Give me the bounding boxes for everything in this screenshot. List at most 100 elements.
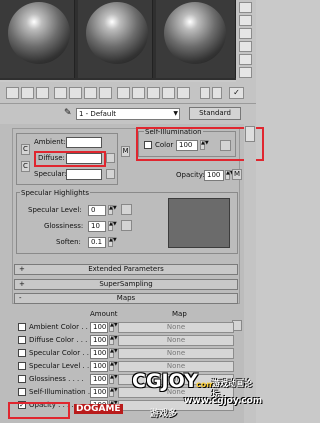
specular-map-button[interactable] (106, 169, 115, 179)
map-amount-spinner[interactable]: ▲▼ (109, 348, 118, 358)
sample-slot-1[interactable] (0, 0, 75, 78)
material-name-value: 1 - Default (79, 110, 117, 118)
map-amount-spinner[interactable]: ▲▼ (109, 322, 118, 332)
glossiness-label: Glossiness: (44, 222, 84, 230)
lock-specular-button[interactable]: C (21, 161, 30, 172)
get-material-icon[interactable] (6, 87, 19, 99)
opacity-input[interactable]: 100 (204, 170, 224, 181)
checkmark-icon[interactable]: ✓ (229, 87, 244, 99)
opacity-spinner[interactable]: ▲▼ (225, 170, 234, 180)
watermark-bottom: DOGAME (74, 404, 123, 414)
make-copy-icon[interactable] (69, 87, 82, 99)
map-enable-checkbox[interactable] (18, 375, 26, 383)
put-to-library-icon[interactable] (99, 87, 112, 99)
specular-level-map-button[interactable] (121, 204, 132, 215)
background-icon[interactable] (239, 28, 252, 39)
material-navigator-icon[interactable] (212, 87, 222, 99)
make-unique-icon[interactable] (84, 87, 97, 99)
map-amount-spinner[interactable]: ▲▼ (109, 387, 118, 397)
backlight-icon[interactable] (239, 15, 252, 26)
specular-color-swatch[interactable] (66, 169, 102, 180)
glossiness-map-button[interactable] (121, 220, 132, 231)
map-amount-input[interactable]: 100 (90, 348, 108, 359)
supersampling-label: SuperSampling (99, 280, 153, 288)
sample-type-icon[interactable] (239, 2, 252, 13)
chevron-down-icon: ▼ (173, 110, 178, 117)
map-channel-label: Specular Color . . (29, 349, 89, 357)
map-channel-label: Self-Illumination . (29, 388, 91, 396)
material-sphere (164, 2, 226, 64)
diffuse-map-button[interactable] (106, 153, 115, 163)
supersampling-rollout[interactable]: + SuperSampling (14, 279, 238, 290)
extended-parameters-label: Extended Parameters (88, 265, 164, 273)
material-name-bar: ✎ 1 - Default ▼ Standard (0, 104, 256, 124)
map-slot-button[interactable]: None (118, 322, 234, 333)
map-enable-checkbox[interactable] (18, 336, 26, 344)
go-forward-icon[interactable] (177, 87, 190, 99)
specular-level-spinner[interactable]: ▲▼ (108, 205, 117, 215)
uv-tiling-icon[interactable] (239, 41, 252, 52)
select-by-material-icon[interactable] (200, 87, 210, 99)
eyedropper-icon[interactable]: ✎ (64, 108, 72, 118)
put-to-scene-icon[interactable] (21, 87, 34, 99)
map-slot-button[interactable]: None (118, 335, 234, 346)
maps-rollout[interactable]: - Maps (14, 293, 238, 304)
reset-map-icon[interactable] (54, 87, 67, 99)
diffuse-highlight (34, 151, 106, 167)
soften-label: Soften: (56, 238, 81, 246)
show-map-icon[interactable] (132, 87, 145, 99)
highlight-curve-preview (168, 198, 230, 248)
lock-diffuse-button[interactable]: M (121, 146, 130, 157)
options-icon[interactable] (239, 67, 252, 78)
glossiness-input[interactable]: 10 (88, 221, 106, 232)
map-amount-input[interactable]: 100 (90, 387, 108, 398)
glossiness-spinner[interactable]: ▲▼ (108, 221, 117, 231)
map-amount-input[interactable]: 100 (90, 374, 108, 385)
watermark-logo: CGJOY (132, 370, 198, 392)
map-amount-input[interactable]: 100 (90, 322, 108, 333)
map-channel-label: Specular Level . . (29, 362, 90, 370)
go-to-parent-icon[interactable] (162, 87, 175, 99)
map-amount-spinner[interactable]: ▲▼ (109, 335, 118, 345)
show-end-result-icon[interactable] (147, 87, 160, 99)
map-amount-input[interactable]: 100 (90, 361, 108, 372)
material-id-icon[interactable] (117, 87, 130, 99)
lock-ambient-button[interactable]: C (21, 144, 30, 155)
sample-slot-2[interactable] (78, 0, 153, 78)
material-sphere (8, 2, 70, 64)
watermark-bottom-cn: 游戏多 (150, 409, 178, 419)
material-type-button[interactable]: Standard (189, 107, 241, 120)
specular-level-input[interactable]: 0 (88, 205, 106, 216)
map-channel-label: Diffuse Color . . . (29, 336, 88, 344)
expand-icon: + (19, 265, 25, 273)
map-enable-checkbox[interactable] (18, 388, 26, 396)
soften-input[interactable]: 0.1 (88, 237, 106, 248)
specular-label: Specular: (34, 170, 67, 178)
collapse-icon: - (19, 294, 22, 302)
ambient-color-swatch[interactable] (66, 137, 102, 148)
map-enable-checkbox[interactable] (18, 349, 26, 357)
video-check-icon[interactable] (239, 54, 252, 65)
specular-level-label: Specular Level: (28, 206, 82, 214)
map-channel-label: Ambient Color . . . (29, 323, 93, 331)
map-amount-spinner[interactable]: ▲▼ (109, 374, 118, 384)
side-toolbar (236, 0, 256, 84)
map-header: Map (172, 310, 187, 318)
soften-spinner[interactable]: ▲▼ (108, 237, 117, 247)
map-enable-checkbox[interactable] (18, 362, 26, 370)
assign-material-icon[interactable] (36, 87, 49, 99)
map-enable-checkbox[interactable] (18, 323, 26, 331)
sample-slots (0, 0, 236, 80)
material-name-input[interactable]: 1 - Default ▼ (76, 108, 180, 120)
scroll-thumb[interactable] (245, 126, 255, 142)
map-amount-spinner[interactable]: ▲▼ (109, 361, 118, 371)
extended-parameters-rollout[interactable]: + Extended Parameters (14, 264, 238, 275)
material-sphere (86, 2, 148, 64)
opacity-label: Opacity: (176, 171, 205, 179)
opacity-map-highlight (8, 402, 70, 419)
sample-slot-3[interactable] (156, 0, 236, 78)
maps-label: Maps (116, 294, 136, 302)
map-slot-button[interactable]: None (118, 348, 234, 359)
map-amount-input[interactable]: 100 (90, 335, 108, 346)
opacity-map-button[interactable]: M (232, 169, 242, 180)
